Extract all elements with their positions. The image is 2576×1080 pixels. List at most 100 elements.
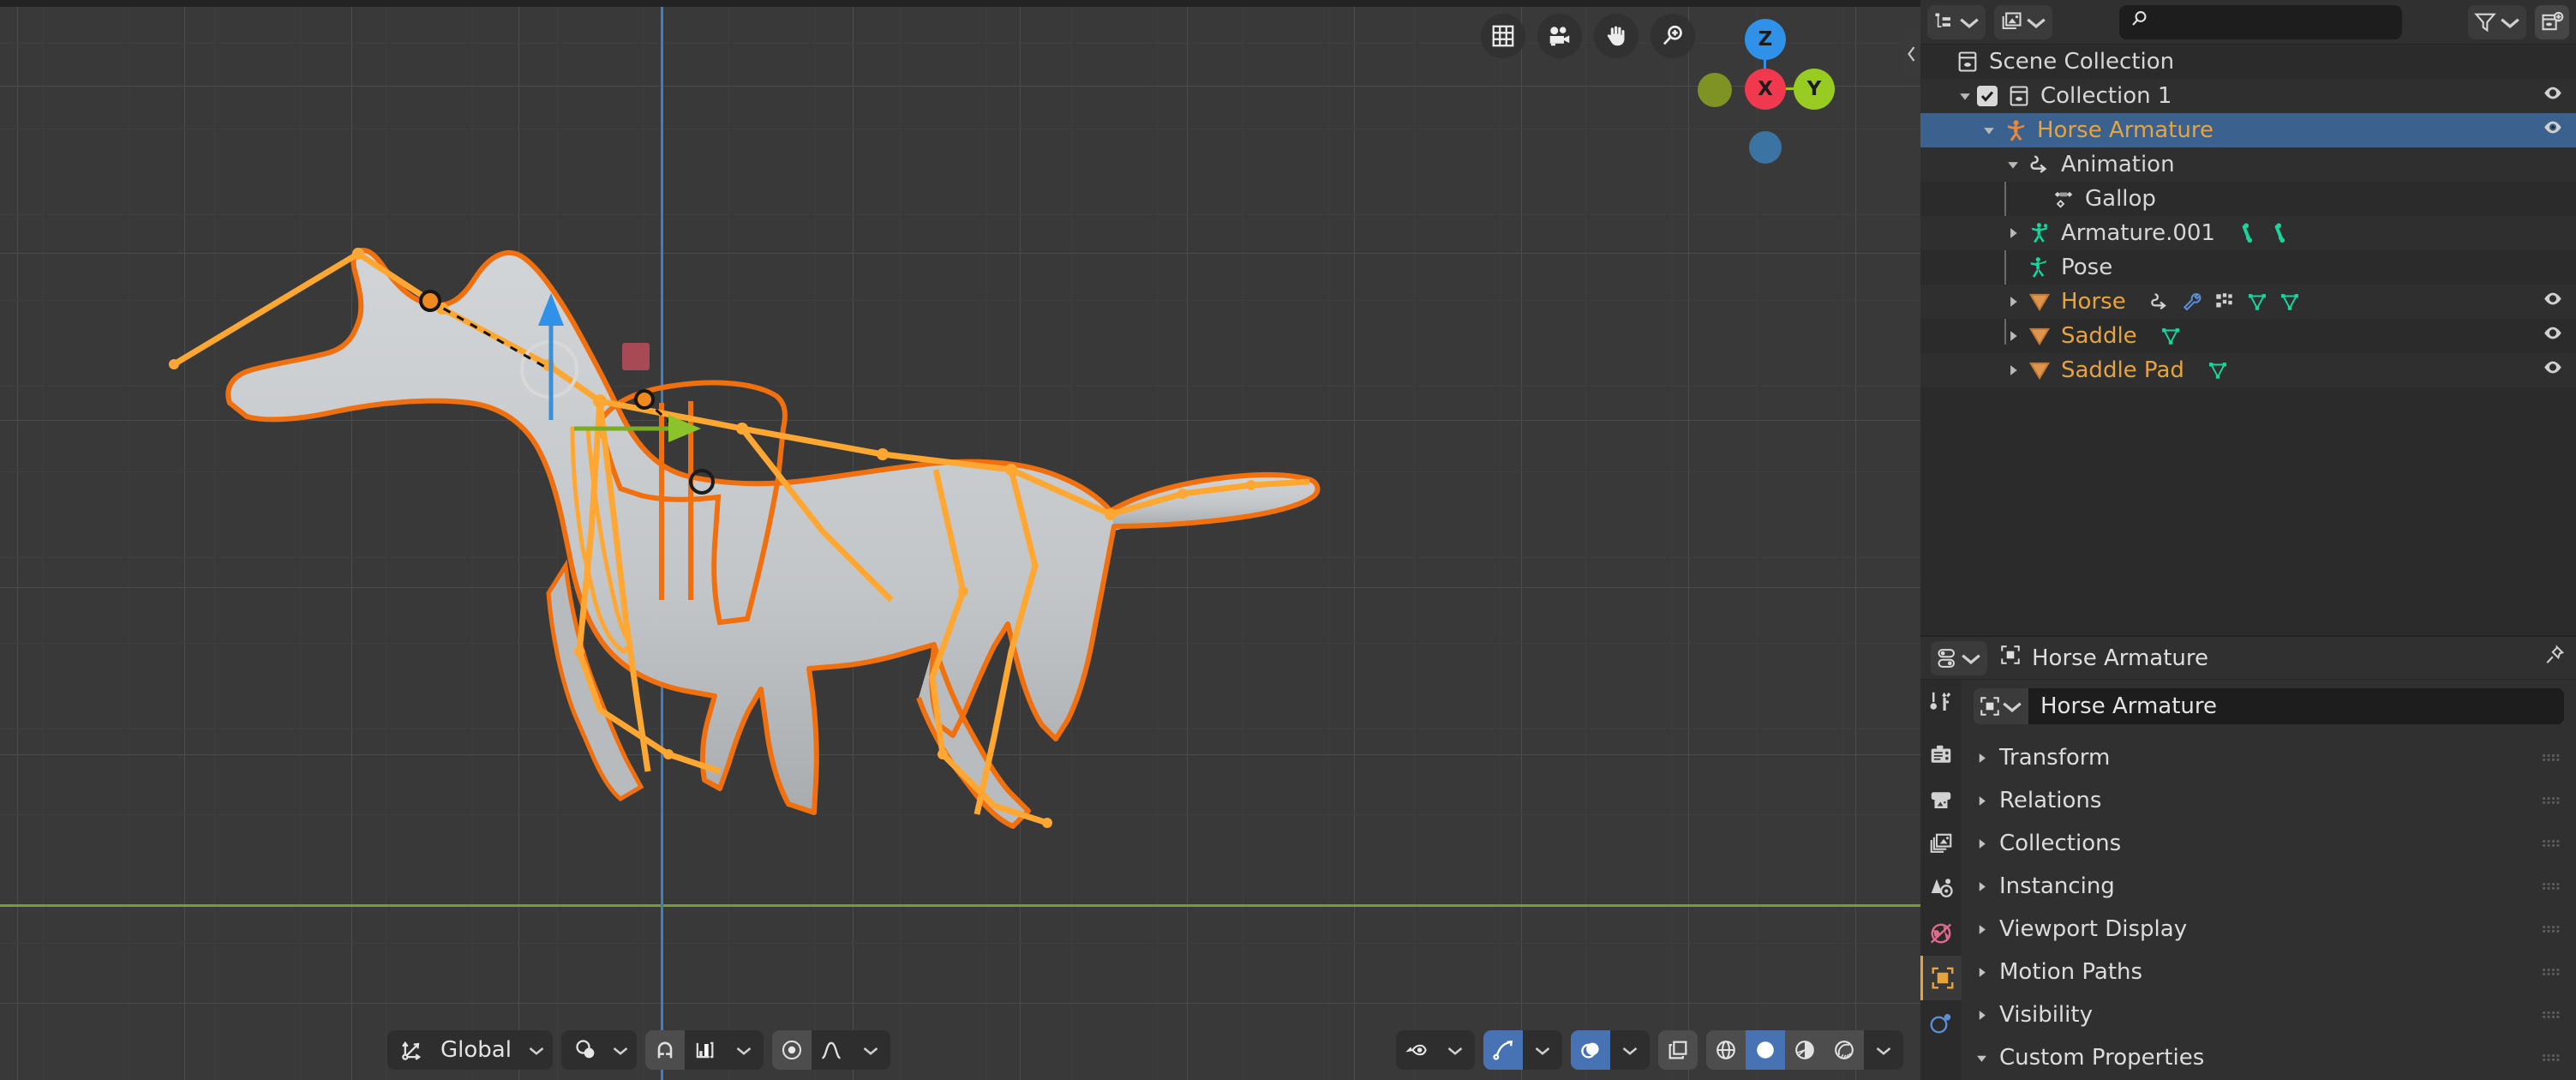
outliner-row-saddle-pad[interactable]: Saddle Pad [1920, 353, 2576, 387]
object-name-row[interactable]: Horse Armature [1974, 688, 2564, 724]
gizmo-axis-neg-y[interactable] [1698, 73, 1732, 107]
collection-checkbox[interactable] [1977, 86, 1998, 106]
outliner-display-mode-icon[interactable] [1927, 4, 1986, 39]
shading-material-icon[interactable] [1785, 1030, 1824, 1070]
chevron-down-icon[interactable] [2001, 695, 2023, 717]
chevron-down-icon[interactable] [723, 1030, 764, 1070]
proportional-editing-icon[interactable] [771, 1030, 812, 1070]
bone-icon[interactable] [2238, 222, 2260, 244]
move-gizmo[interactable] [480, 283, 737, 506]
visibility-eye-icon[interactable] [2542, 82, 2564, 111]
outliner-row-pose[interactable]: Pose [1920, 250, 2576, 285]
filter-funnel-icon[interactable] [2468, 4, 2526, 39]
properties-tab-strip[interactable] [1920, 680, 1962, 1080]
properties-editor[interactable]: Horse Armature Horse Armature Transform … [1920, 635, 2576, 1080]
mesh-data-icon[interactable] [2160, 325, 2182, 347]
animation-icon[interactable] [2148, 291, 2171, 313]
outliner-editor[interactable]: Scene Collection Collection 1 Horse Armatu… [1920, 0, 2576, 635]
gizmo-axis-neg-z[interactable] [1749, 131, 1782, 164]
object-visibility-icon[interactable] [1396, 1030, 1435, 1070]
gizmo-y-arrow[interactable] [668, 415, 701, 442]
gizmo-z-arrow[interactable] [538, 293, 564, 326]
shading-rendered-icon[interactable] [1824, 1030, 1864, 1070]
panel-drag-grip[interactable] [2542, 831, 2561, 856]
gizmo-x-plane-handle[interactable] [622, 343, 650, 370]
properties-body[interactable]: Horse Armature Transform Relations Collect… [1920, 680, 2576, 1080]
show-gizmo-group[interactable] [1483, 1030, 1562, 1070]
visibility-eye-icon[interactable] [2542, 117, 2564, 145]
show-overlays-group[interactable] [1571, 1030, 1650, 1070]
search-field[interactable] [2158, 9, 2416, 34]
toggle-xray-group[interactable] [1658, 1030, 1698, 1070]
gizmo-axis-y[interactable]: Y [1794, 69, 1835, 110]
tab-object[interactable] [1920, 956, 1962, 1000]
proportional-editing-group[interactable] [771, 1030, 890, 1070]
properties-editor-icon[interactable] [1931, 640, 1987, 675]
visibility-eye-icon[interactable] [2542, 288, 2564, 316]
outliner-row-scene-collection[interactable]: Scene Collection [1920, 45, 2576, 79]
panel-header-motion-paths[interactable]: Motion Paths [1974, 951, 2564, 993]
zoom-view-icon[interactable] [1650, 14, 1695, 58]
panel-drag-grip[interactable] [2542, 1002, 2561, 1028]
disclosure-triangle-closed[interactable] [1974, 881, 1989, 892]
outliner-row-horse[interactable]: Horse [1920, 285, 2576, 319]
chevron-down-icon[interactable] [1610, 1030, 1650, 1070]
panel-header-relations[interactable]: Relations [1974, 779, 2564, 822]
visibility-eye-icon[interactable] [2542, 322, 2564, 351]
disclosure-triangle-closed[interactable] [1974, 967, 1989, 978]
tab-render[interactable] [1920, 733, 1962, 777]
disclosure-triangle-closed[interactable] [1974, 1010, 1989, 1021]
outliner-row-horse-armature[interactable]: Horse Armature [1920, 113, 2576, 147]
object-name-field[interactable]: Horse Armature [2028, 688, 2564, 724]
move-view-hand-icon[interactable] [1594, 14, 1638, 58]
chevron-down-icon[interactable] [2025, 10, 2047, 34]
modifier-wrench-icon[interactable] [2181, 291, 2203, 313]
panel-header-transform[interactable]: Transform [1974, 736, 2564, 779]
disclosure-triangle-closed[interactable] [1974, 753, 1989, 764]
3d-viewport[interactable]: Z X Y Global [0, 0, 1920, 1080]
pivot-point-dropdown[interactable] [560, 1030, 637, 1070]
mesh-data-icon[interactable] [2207, 359, 2229, 381]
panel-drag-grip[interactable] [2542, 873, 2561, 899]
properties-content[interactable]: Horse Armature Transform Relations Collect… [1962, 680, 2576, 1080]
camera-view-icon[interactable] [1537, 14, 1582, 58]
tab-scene[interactable] [1920, 867, 1962, 911]
snapping-group[interactable] [644, 1030, 764, 1070]
viewport-footer-right[interactable] [1396, 1030, 1903, 1070]
tab-output[interactable] [1920, 777, 1962, 822]
vertex-group-icon[interactable] [2246, 291, 2268, 313]
new-collection-icon[interactable] [2535, 4, 2569, 39]
chevron-down-icon[interactable] [850, 1030, 890, 1070]
shading-wireframe-icon[interactable] [1706, 1030, 1746, 1070]
disclosure-triangle-open[interactable] [2001, 159, 2025, 171]
panel-drag-grip[interactable] [2542, 1045, 2561, 1071]
visibility-eye-icon[interactable] [2542, 357, 2564, 385]
disclosure-triangle-closed[interactable] [1974, 795, 1989, 807]
blender-file-id-icon[interactable] [1994, 4, 2052, 39]
object-properties-icon[interactable] [1974, 688, 2028, 724]
chevron-down-icon[interactable] [1864, 1030, 1903, 1070]
outliner-row-armature-001[interactable]: Armature.001 [1920, 216, 2576, 250]
tab-view-layer[interactable] [1920, 822, 1962, 867]
viewport-footer-left[interactable]: Global [387, 1030, 890, 1070]
disclosure-triangle-closed[interactable] [2001, 330, 2025, 342]
chevron-down-icon[interactable] [609, 1045, 632, 1056]
viewport-shading-group[interactable] [1706, 1030, 1903, 1070]
viewport-nav-tools[interactable] [1481, 14, 1695, 58]
chevron-down-icon[interactable] [1523, 1030, 1562, 1070]
outliner-row-gallop[interactable]: Gallop [1920, 182, 2576, 216]
tab-physics[interactable] [1920, 1000, 1962, 1045]
disclosure-triangle-closed[interactable] [2001, 364, 2025, 376]
transform-orientation-dropdown[interactable]: Global [387, 1030, 553, 1070]
panel-drag-grip[interactable] [2542, 959, 2561, 985]
panel-header-collections[interactable]: Collections [1974, 822, 2564, 865]
toggle-xray-grid-icon[interactable] [1481, 14, 1525, 58]
show-gizmo-icon[interactable] [1483, 1030, 1523, 1070]
outliner-row-animation[interactable]: Animation [1920, 147, 2576, 182]
outliner-tree[interactable]: Scene Collection Collection 1 Horse Armatu… [1920, 45, 2576, 387]
panel-drag-grip[interactable] [2542, 916, 2561, 942]
disclosure-triangle-open[interactable] [1953, 90, 1977, 102]
pin-icon[interactable] [2543, 644, 2566, 672]
chevron-down-icon[interactable] [525, 1045, 548, 1056]
tab-world[interactable] [1920, 911, 1962, 956]
